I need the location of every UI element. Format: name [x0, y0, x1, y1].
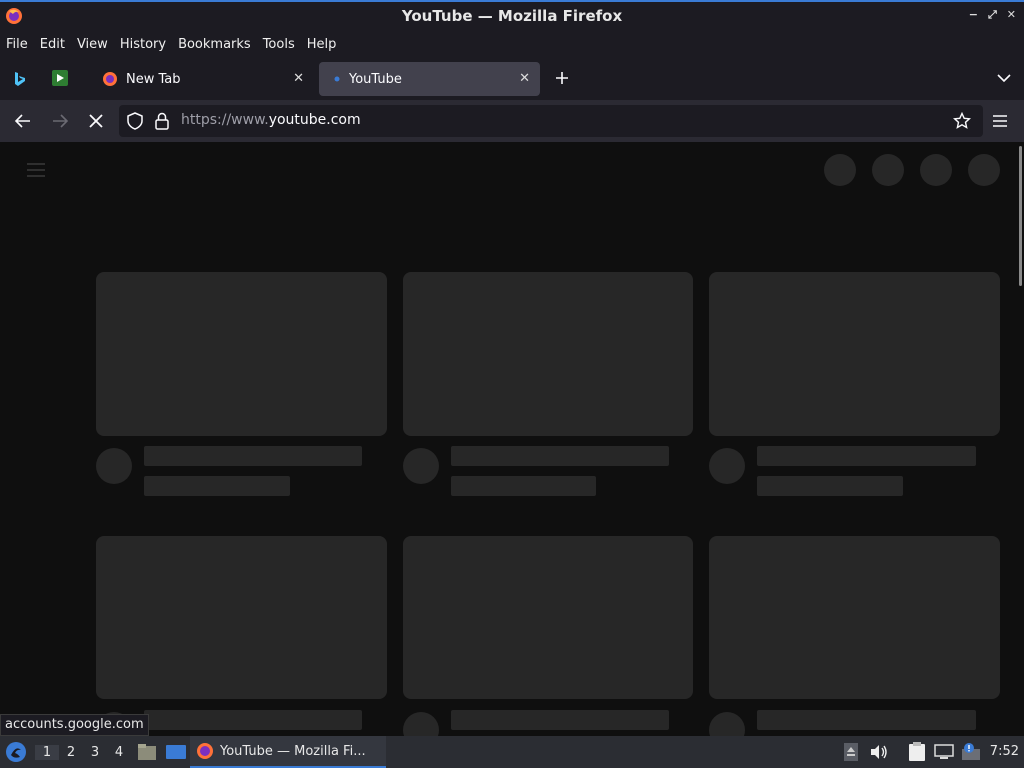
- url-prefix: https://www.: [181, 112, 269, 128]
- skeleton-header-circle: [872, 154, 904, 186]
- skeleton-header-circle: [920, 154, 952, 186]
- menu-view[interactable]: View: [71, 37, 114, 52]
- bing-pinned-icon[interactable]: [10, 70, 28, 88]
- skeleton-title-bar: [757, 446, 976, 466]
- taskbar-firefox-task[interactable]: YouTube — Mozilla Fi...: [190, 736, 386, 768]
- skeleton-header-circle: [824, 154, 856, 186]
- skeleton-thumbnail: [709, 272, 1000, 436]
- eject-icon[interactable]: [844, 743, 858, 761]
- page-scrollbar[interactable]: [1019, 146, 1022, 286]
- skeleton-meta-bar: [144, 476, 290, 496]
- back-arrow-icon[interactable]: [14, 112, 32, 130]
- lock-icon[interactable]: [155, 112, 169, 130]
- skeleton-thumbnail: [96, 272, 387, 436]
- close-tab-icon[interactable]: ✕: [519, 71, 530, 86]
- skeleton-thumbnail: [709, 536, 1000, 699]
- skeleton-title-bar: [757, 710, 976, 730]
- menu-bookmarks[interactable]: Bookmarks: [172, 37, 257, 52]
- update-notification-icon[interactable]: [960, 742, 982, 762]
- maximize-button[interactable]: ⤢: [988, 8, 997, 22]
- skeleton-title-bar: [144, 446, 362, 466]
- app-menu-hamburger-icon[interactable]: [992, 113, 1008, 129]
- tab-new-tab[interactable]: New Tab ✕: [94, 62, 314, 96]
- skeleton-meta-bar: [451, 476, 596, 496]
- tab-youtube[interactable]: YouTube ✕: [319, 62, 540, 96]
- skeleton-avatar: [96, 448, 132, 484]
- workspace-4[interactable]: 4: [107, 745, 131, 760]
- clock[interactable]: 7:52: [990, 744, 1019, 759]
- menu-edit[interactable]: Edit: [34, 37, 71, 52]
- tab-label: New Tab: [126, 71, 181, 87]
- workspace-2[interactable]: 2: [59, 745, 83, 760]
- close-window-button[interactable]: ✕: [1007, 8, 1016, 22]
- tab-bar: New Tab ✕ YouTube ✕: [0, 58, 1024, 100]
- os-taskbar: 1 2 3 4 YouTube — Mozilla Fi... 7:52: [0, 736, 1024, 768]
- skeleton-title-bar: [451, 446, 669, 466]
- close-tab-icon[interactable]: ✕: [293, 71, 304, 86]
- workspace-3[interactable]: 3: [83, 745, 107, 760]
- menu-bar: File Edit View History Bookmarks Tools H…: [0, 30, 1024, 58]
- media-pinned-icon[interactable]: [52, 70, 68, 86]
- skeleton-meta-bar: [757, 476, 903, 496]
- firefox-icon: [196, 742, 214, 760]
- skeleton-title-bar: [451, 710, 669, 730]
- youtube-page-loading-skeleton: [0, 142, 1024, 736]
- loading-dot-icon: [333, 75, 341, 83]
- skeleton-avatar: [709, 448, 745, 484]
- file-manager-icon[interactable]: [137, 743, 157, 761]
- guide-menu-icon[interactable]: [26, 162, 46, 178]
- skeleton-thumbnail: [96, 536, 387, 699]
- skeleton-avatar: [709, 712, 745, 736]
- clipboard-icon[interactable]: [908, 742, 926, 762]
- url-text: https://www.youtube.com: [181, 112, 361, 128]
- menu-tools[interactable]: Tools: [257, 37, 301, 52]
- menu-history[interactable]: History: [114, 37, 172, 52]
- navigation-toolbar: https://www.youtube.com: [0, 100, 1024, 142]
- window-titlebar: YouTube — Mozilla Firefox − ⤢ ✕: [0, 0, 1024, 30]
- list-all-tabs-chevron-icon[interactable]: [996, 72, 1012, 84]
- network-icon[interactable]: [934, 744, 954, 760]
- new-tab-button[interactable]: [553, 69, 571, 87]
- skeleton-title-bar: [144, 710, 362, 730]
- skeleton-avatar: [403, 712, 439, 736]
- volume-icon[interactable]: [870, 744, 888, 760]
- minimize-button[interactable]: −: [969, 8, 978, 22]
- url-bar[interactable]: https://www.youtube.com: [119, 105, 983, 137]
- firefox-logo-icon: [5, 7, 23, 25]
- skeleton-thumbnail: [403, 536, 693, 699]
- tab-label: YouTube: [349, 71, 402, 87]
- skeleton-thumbnail: [403, 272, 693, 436]
- window-title: YouTube — Mozilla Firefox: [401, 7, 623, 25]
- url-domain: youtube.com: [268, 112, 361, 128]
- forward-arrow-icon[interactable]: [51, 112, 69, 130]
- menu-help[interactable]: Help: [301, 37, 343, 52]
- task-label: YouTube — Mozilla Fi...: [220, 743, 366, 759]
- workspace-1[interactable]: 1: [35, 744, 59, 760]
- menu-file[interactable]: File: [0, 37, 34, 52]
- status-link-text: accounts.google.com: [0, 714, 149, 736]
- firefox-icon: [102, 71, 118, 87]
- tracking-protection-shield-icon[interactable]: [127, 112, 143, 130]
- desktop-icon[interactable]: [165, 743, 187, 761]
- stop-loading-icon[interactable]: [88, 113, 104, 129]
- start-menu-icon[interactable]: [5, 741, 27, 763]
- skeleton-avatar: [403, 448, 439, 484]
- bookmark-star-icon[interactable]: [953, 112, 971, 130]
- skeleton-header-circle: [968, 154, 1000, 186]
